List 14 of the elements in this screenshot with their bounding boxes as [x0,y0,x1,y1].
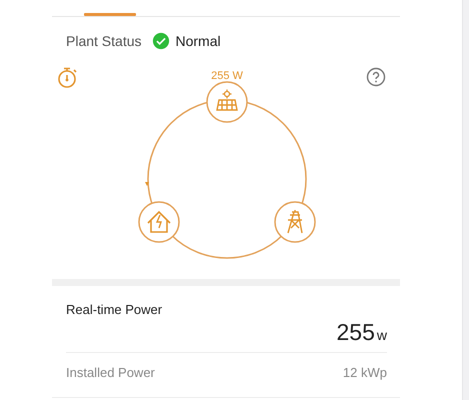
help-icon[interactable] [364,65,388,89]
solar-panel-node[interactable] [206,81,248,123]
installed-value: 12 kWp [342,365,387,380]
realtime-unit: w [376,327,387,343]
power-label: 255 W [211,70,243,82]
installed-label: Installed Power [66,365,155,380]
status-label: Plant Status [66,33,142,49]
house-node[interactable] [138,201,180,243]
realtime-value: 255 [336,319,375,346]
pylon-node[interactable] [274,201,316,243]
status-value: Normal [176,33,221,49]
flow-arrow [145,182,149,186]
realtime-label: Real-time Power [66,302,164,317]
tab-indicator [84,13,136,16]
